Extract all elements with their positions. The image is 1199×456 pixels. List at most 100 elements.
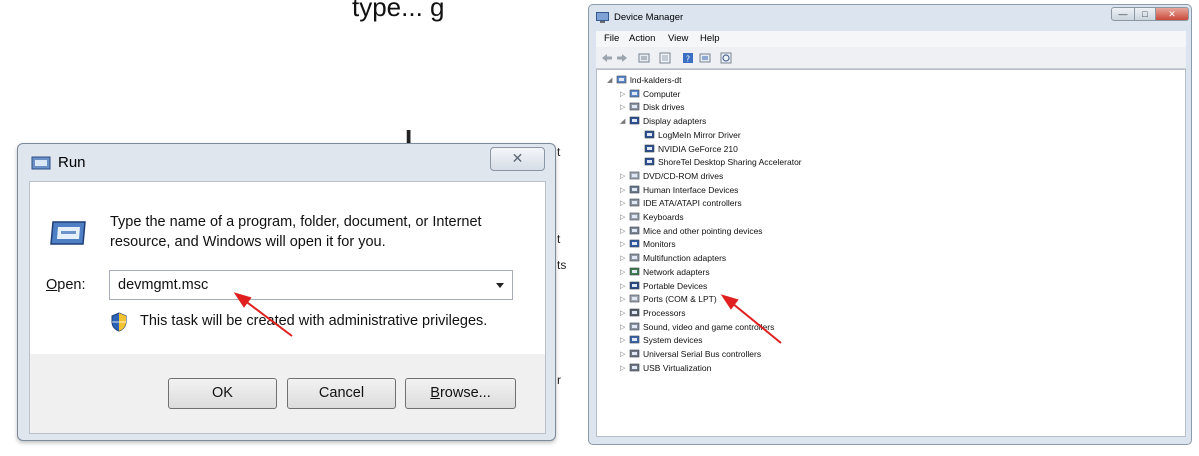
tree-item[interactable]: ▷ Keyboards — [620, 211, 980, 224]
expand-arrow-icon[interactable]: ▷ — [620, 211, 627, 224]
background-text-fragment: t — [557, 145, 561, 159]
open-combobox[interactable]: devmgmt.msc — [109, 270, 513, 300]
tree-item[interactable]: ▷ Processors — [620, 307, 980, 320]
tree-item[interactable]: ▷ Ports (COM & LPT) — [620, 293, 980, 306]
speaker-icon — [629, 322, 640, 330]
tree-item-label: Disk drives — [643, 102, 685, 113]
expand-arrow-icon[interactable]: ▷ — [620, 266, 627, 279]
browse-label: rowse... — [439, 385, 491, 401]
cancel-button[interactable]: Cancel — [287, 378, 396, 409]
scan-hardware-icon[interactable] — [699, 52, 711, 64]
tree-item-label: Universal Serial Bus controllers — [643, 349, 762, 359]
tree-item-label: Portable Devices — [643, 280, 708, 291]
tree-item[interactable]: ▷ USB Virtualization — [620, 362, 980, 375]
dropdown-arrow-icon[interactable] — [496, 283, 504, 288]
collapse-arrow-icon[interactable]: ◢ — [607, 74, 614, 87]
ok-button[interactable]: OK — [168, 378, 277, 409]
tree-item[interactable]: ▷ Mice and other pointing devices — [620, 225, 980, 238]
browse-button[interactable]: Browse... — [405, 378, 516, 409]
device-tree: ◢ lnd-kalders-dt ▷ Computer ▷ Disk drives ◢ Dis… — [596, 69, 1186, 437]
forward-arrow-icon[interactable] — [616, 52, 628, 64]
tree-item-label: Computer — [643, 88, 681, 99]
close-button[interactable]: ✕ — [1155, 7, 1189, 21]
tree-item[interactable]: ▷ Disk drives — [620, 101, 980, 114]
monitor-icon — [629, 240, 640, 248]
expand-arrow-icon[interactable]: ▷ — [620, 88, 627, 101]
expand-arrow-icon[interactable]: ▷ — [620, 280, 627, 293]
run-dialog-title: Run — [58, 154, 86, 171]
minimize-button[interactable]: — — [1111, 7, 1135, 21]
menu-file[interactable]: File — [604, 33, 619, 44]
expand-arrow-icon[interactable]: ▷ — [620, 225, 627, 238]
tree-item[interactable]: ▷ Computer — [620, 88, 980, 101]
expand-arrow-icon[interactable]: ▷ — [620, 321, 627, 334]
tree-item[interactable]: LogMeIn Mirror Driver — [635, 129, 995, 142]
tree-item-label: Ports (COM & LPT) — [643, 294, 717, 305]
expand-arrow-icon[interactable]: ▷ — [620, 101, 627, 114]
expand-arrow-icon[interactable]: ▷ — [620, 307, 627, 320]
expand-arrow-icon[interactable]: ▷ — [620, 348, 627, 361]
expand-arrow-icon[interactable]: ▷ — [620, 362, 627, 375]
tree-item-label: LogMeIn Mirror Driver — [658, 129, 741, 140]
tree-item[interactable]: ▷ Sound, video and game controllers — [620, 321, 980, 334]
open-input-value[interactable]: devmgmt.msc — [118, 277, 208, 293]
tree-item[interactable]: ◢ Display adapters — [620, 115, 980, 128]
expand-arrow-icon[interactable]: ▷ — [620, 184, 627, 197]
run-description: Type the name of a program, folder, docu… — [110, 214, 482, 250]
open-label: Open: — [46, 277, 86, 293]
expand-arrow-icon[interactable]: ▷ — [620, 252, 627, 265]
tree-item[interactable]: ▷ DVD/CD-ROM drives — [620, 170, 980, 183]
close-icon: ✕ — [511, 151, 524, 167]
tree-item[interactable]: ▷ Portable Devices — [620, 280, 980, 293]
expand-arrow-icon[interactable]: ▷ — [620, 197, 627, 210]
tree-item-label: Monitors — [643, 239, 676, 250]
expand-arrow-icon[interactable]: ▷ — [620, 293, 627, 306]
tree-item[interactable]: ◢ lnd-kalders-dt — [607, 74, 967, 87]
tree-item[interactable]: NVIDIA GeForce 210 — [635, 143, 995, 156]
tree-item[interactable]: ▷ Universal Serial Bus controllers — [620, 348, 980, 361]
svg-text:?: ? — [686, 55, 690, 64]
ide-controller-icon — [629, 198, 640, 207]
disable-icon[interactable] — [720, 52, 732, 64]
collapse-arrow-icon[interactable]: ◢ — [620, 115, 627, 128]
properties-icon[interactable] — [638, 52, 650, 64]
expand-arrow-icon[interactable]: ▷ — [620, 238, 627, 251]
tree-item-label: Multifunction adapters — [643, 253, 727, 264]
tree-item[interactable]: ShoreTel Desktop Sharing Accelerator — [635, 156, 995, 169]
expand-arrow-icon[interactable]: ▷ — [620, 170, 627, 183]
menu-action[interactable]: Action — [629, 33, 655, 44]
back-arrow-icon[interactable] — [601, 52, 613, 64]
menu-bar: File Action View Help — [596, 31, 1186, 47]
run-titlebar[interactable]: Run ✕ — [18, 144, 555, 182]
system-device-icon — [629, 335, 640, 344]
run-dialog: Run ✕ Type the name of a program, folder… — [17, 143, 556, 441]
tree-item[interactable]: ▷ System devices — [620, 334, 980, 347]
tree-item[interactable]: ▷ Multifunction adapters — [620, 252, 980, 265]
maximize-button[interactable]: □ — [1134, 7, 1156, 21]
screenshot-composite: type... g L t t ts r Run ✕ Type the name… — [0, 0, 1199, 456]
tree-item-label: Sound, video and game controllers — [643, 321, 775, 332]
help-icon[interactable]: ? — [682, 52, 694, 64]
tree-item[interactable]: ▷ Human Interface Devices — [620, 184, 980, 197]
close-button[interactable]: ✕ — [490, 147, 545, 171]
menu-help[interactable]: Help — [700, 33, 720, 44]
device-manager-title: Device Manager — [614, 12, 684, 23]
toolbar: ? — [596, 47, 1186, 69]
device-manager-titlebar[interactable]: Device Manager — □ ✕ — [589, 5, 1191, 31]
mouse-icon — [629, 226, 640, 234]
background-text-fragment: r — [557, 373, 561, 387]
menu-view[interactable]: View — [668, 33, 688, 44]
shield-icon — [111, 312, 127, 332]
tree-item[interactable]: ▷ Network adapters — [620, 266, 980, 279]
display-adapter-icon — [644, 130, 655, 139]
portable-device-icon — [629, 281, 640, 289]
admin-privileges-note: This task will be created with administr… — [140, 313, 488, 329]
tree-item-label: DVD/CD-ROM drives — [643, 170, 724, 181]
update-driver-icon[interactable] — [659, 52, 671, 64]
open-label-text: pen: — [57, 277, 86, 293]
tree-item[interactable]: ▷ IDE ATA/ATAPI controllers — [620, 197, 980, 210]
tree-item[interactable]: ▷ Monitors — [620, 238, 980, 251]
hid-icon — [629, 185, 640, 193]
expand-arrow-icon[interactable]: ▷ — [620, 334, 627, 347]
tree-item-label: Display adapters — [643, 116, 707, 127]
